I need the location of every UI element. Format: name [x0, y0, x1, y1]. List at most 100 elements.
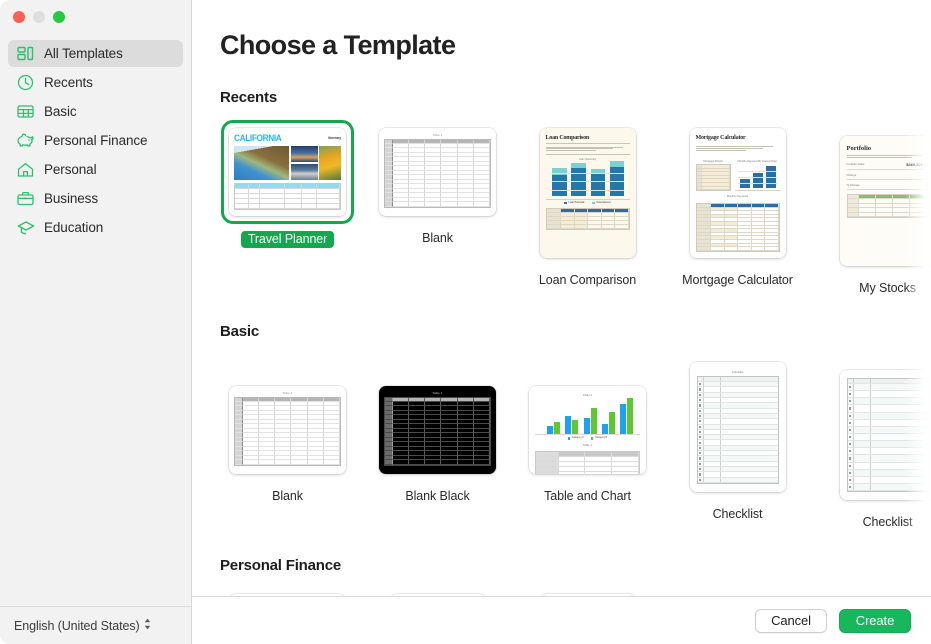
doc-body-lines	[545, 146, 630, 153]
template-row-recents: CALIFORNIA Itinerary Travel Planner Tabl…	[220, 120, 931, 295]
spreadsheet-grid	[384, 396, 491, 466]
sidebar-item-personal-finance[interactable]: Personal Finance	[8, 127, 183, 154]
template-card-my-stocks[interactable]: Portfolio Portfolio Value $469,926.00 Ch…	[820, 128, 931, 295]
template-label: Blank	[272, 489, 303, 503]
template-card-checklist-2[interactable]: Checklist	[820, 362, 931, 529]
spreadsheet-grid	[234, 396, 341, 466]
section-heading-personal-finance: Personal Finance	[220, 557, 342, 574]
sidebar-item-label: Recents	[44, 75, 93, 90]
template-label: Checklist	[712, 507, 763, 521]
template-thumbnail	[539, 594, 636, 596]
chart-caption: Chart 1	[582, 393, 593, 397]
template-label: Loan Comparison	[538, 273, 637, 287]
table-caption: Table 1	[582, 442, 593, 447]
sidebar-item-all-templates[interactable]: All Templates	[8, 40, 183, 67]
main-panel: Choose a Template Recents CALIFORNIA Iti…	[192, 0, 931, 644]
thumbnail-frame: Mortgage Calculator Mortgage Details Mon…	[682, 120, 794, 266]
sidebar-item-business[interactable]: Business	[8, 185, 183, 212]
template-thumbnail: Table 1	[229, 386, 346, 474]
table-caption: Table 1	[432, 134, 443, 137]
portfolio-row-label: % Change	[846, 182, 860, 187]
portfolio-row-label: Change	[846, 172, 857, 177]
template-card-pf-1[interactable]	[220, 586, 355, 596]
zoom-button[interactable]	[53, 11, 65, 23]
dialog-footer: Cancel Create	[192, 596, 931, 644]
cancel-button[interactable]: Cancel	[755, 608, 827, 633]
all-templates-icon	[16, 44, 35, 63]
house-icon	[16, 160, 35, 179]
sidebar-item-label: Education	[44, 220, 104, 235]
sidebar-item-education[interactable]: Education	[8, 214, 183, 241]
template-card-pf-2[interactable]	[370, 586, 505, 596]
sidebar-item-personal[interactable]: Personal	[8, 156, 183, 183]
template-label: Checklist	[862, 515, 913, 529]
itinerary-table	[234, 183, 341, 210]
language-selector[interactable]: English (United States)	[0, 606, 191, 644]
template-thumbnail: Loan Comparison Loan Summary Loan Princi…	[539, 128, 636, 258]
briefcase-icon	[16, 189, 35, 208]
doc-title: Mortgage Calculator	[695, 135, 746, 141]
sidebar-item-recents[interactable]: Recents	[8, 69, 183, 96]
thumbnail-frame	[832, 362, 931, 508]
template-thumbnail: Portfolio Portfolio Value $469,926.00 Ch…	[839, 136, 931, 266]
language-label: English (United States)	[14, 618, 140, 633]
checklist-caption: Checklist	[731, 370, 744, 374]
template-card-loan-comparison[interactable]: Loan Comparison Loan Summary Loan Princi…	[520, 120, 655, 287]
legend-label: Category A	[571, 437, 584, 440]
table-icon	[16, 102, 35, 121]
template-card-blank[interactable]: Table 1 Blank	[220, 378, 355, 503]
stocks-table	[846, 193, 929, 219]
template-scroll-area[interactable]: Choose a Template Recents CALIFORNIA Iti…	[192, 0, 931, 596]
chart-legend: Category A Category B	[535, 437, 640, 440]
thumbnail-frame: Chart 1 Category A Category B Table 1	[521, 378, 654, 482]
template-card-table-and-chart[interactable]: Chart 1 Category A Category B Table 1 Ta…	[520, 378, 655, 503]
clock-icon	[16, 73, 35, 92]
legend-label: Loan Principal	[568, 202, 585, 205]
sidebar-item-label: Personal Finance	[44, 133, 148, 148]
create-button[interactable]: Create	[839, 608, 911, 633]
section-heading-recents: Recents	[220, 89, 277, 106]
sidebar-item-label: Personal	[44, 162, 97, 177]
poppies-photo	[319, 146, 341, 180]
template-card-checklist[interactable]: Checklist Checklist	[670, 354, 805, 521]
doc-title: Loan Comparison	[545, 135, 590, 141]
photo-strip	[234, 146, 341, 180]
thumbnail-frame: Portfolio Portfolio Value $469,926.00 Ch…	[832, 128, 931, 274]
sidebar-item-label: Basic	[44, 104, 77, 119]
thumbnail-frame: CALIFORNIA Itinerary	[221, 120, 354, 224]
travel-title: CALIFORNIA	[234, 133, 282, 143]
graduation-cap-icon	[16, 218, 35, 237]
close-button[interactable]	[13, 11, 25, 23]
template-label: Mortgage Calculator	[682, 273, 793, 287]
template-label: Blank Black	[405, 489, 470, 503]
template-thumbnail	[839, 370, 931, 500]
checklist-table	[696, 376, 779, 484]
sidebar-item-basic[interactable]: Basic	[8, 98, 183, 125]
template-row-personal-finance	[220, 586, 931, 596]
data-table	[535, 450, 640, 474]
template-card-blank-black[interactable]: Table 1 Blank Black	[370, 378, 505, 503]
template-card-blank-recent[interactable]: Table 1 Blank	[370, 120, 505, 245]
spreadsheet-grid	[384, 138, 491, 208]
minimize-button[interactable]	[33, 11, 45, 23]
table-and-chart-bar-chart	[535, 398, 640, 435]
window-controls	[0, 0, 191, 32]
sidebar: All Templates Recents Basic Personal Fin…	[0, 0, 192, 644]
checklist-table	[846, 378, 929, 492]
template-label: Travel Planner	[240, 231, 335, 248]
sidebar-nav: All Templates Recents Basic Personal Fin…	[0, 32, 191, 606]
portfolio-value: $469,926.00	[906, 161, 929, 167]
template-card-pf-3[interactable]	[520, 586, 655, 596]
thumbnail-frame: Loan Comparison Loan Summary Loan Princi…	[532, 120, 644, 266]
template-thumbnail: Chart 1 Category A Category B Table 1	[529, 386, 646, 474]
template-row-basic: Table 1 Blank Table 1 Blank Black Chart …	[220, 354, 931, 529]
piggy-bank-icon	[16, 131, 35, 150]
thumbnail-frame: Table 1	[371, 378, 504, 482]
template-label: My Stocks	[859, 281, 916, 295]
template-card-travel-planner[interactable]: CALIFORNIA Itinerary Travel Planner	[220, 120, 355, 248]
loan-bar-chart	[545, 160, 630, 200]
template-card-mortgage-calculator[interactable]: Mortgage Calculator Mortgage Details Mon…	[670, 120, 805, 287]
template-thumbnail: Mortgage Calculator Mortgage Details Mon…	[689, 128, 786, 258]
sidebar-item-label: All Templates	[44, 46, 123, 61]
details-caption: Mortgage Details	[703, 159, 723, 163]
